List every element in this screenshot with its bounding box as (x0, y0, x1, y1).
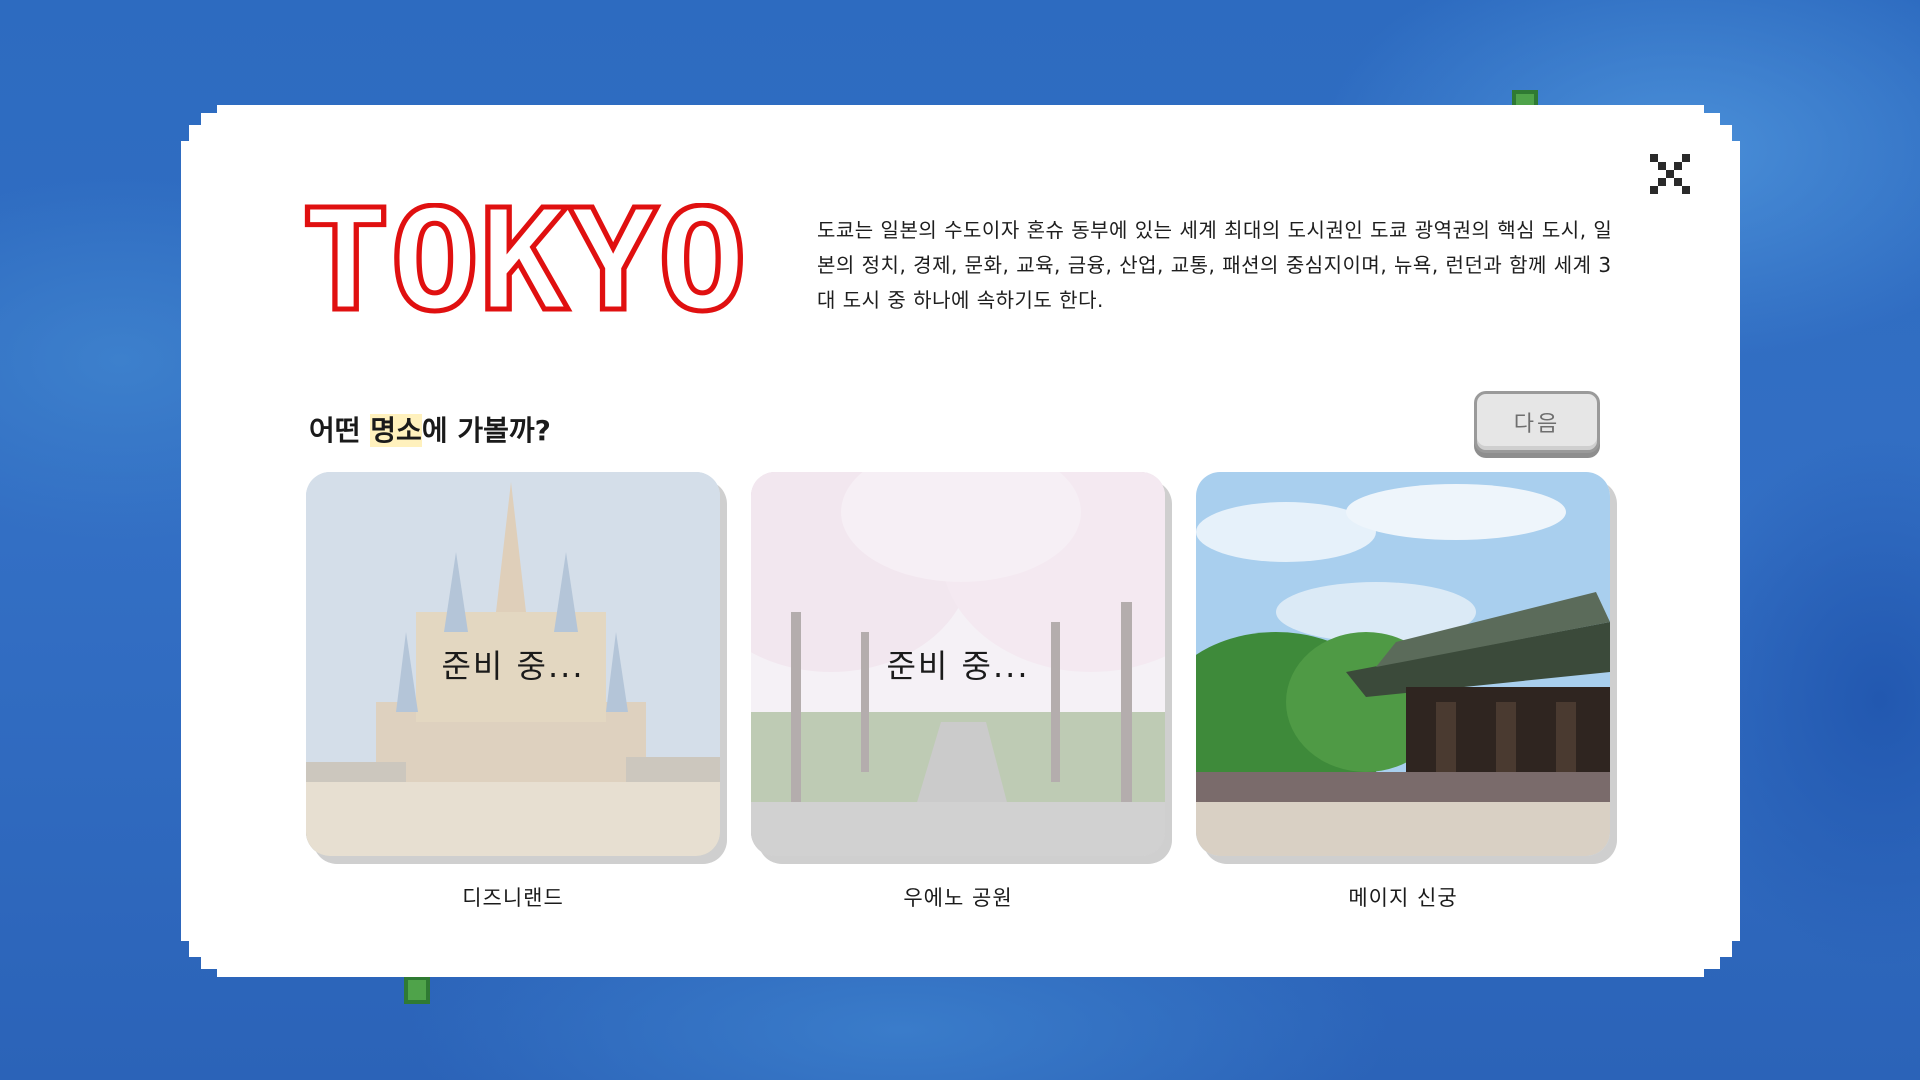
question-highlight: 명소 (370, 414, 422, 447)
place-photo (1196, 472, 1610, 856)
place-card-meiji-shrine[interactable]: 메이지 신궁 (1196, 472, 1616, 856)
shrine-image (1196, 472, 1610, 856)
place-label: 우에노 공원 (903, 886, 1013, 910)
question-text-end: 에 가볼까? (421, 414, 551, 447)
city-title: TOKYO (301, 203, 751, 323)
coming-soon-text: 준비 중... (441, 647, 585, 685)
place-card-ueno-park[interactable]: 준비 중... 우에노 공원 (751, 472, 1171, 856)
island-marker (404, 976, 430, 1004)
place-cards: 준비 중... 디즈니랜드 준비 중... 우에노 공원 메이지 신궁 (306, 472, 1646, 922)
city-info-modal: TOKYO 도쿄는 일본의 수도이자 혼슈 동부에 있는 세계 최대의 도시권인… (181, 105, 1740, 977)
place-photo: 준비 중... (306, 472, 720, 856)
place-photo: 준비 중... (751, 472, 1165, 856)
close-icon (1650, 154, 1690, 194)
city-description: 도쿄는 일본의 수도이자 혼슈 동부에 있는 세계 최대의 도시권인 도쿄 광역… (817, 218, 1613, 312)
coming-soon-overlay: 준비 중... (751, 472, 1165, 856)
close-button[interactable] (1643, 147, 1697, 201)
place-label: 메이지 신궁 (1348, 886, 1458, 910)
place-card-disneyland[interactable]: 준비 중... 디즈니랜드 (306, 472, 726, 856)
question-text: 어떤 (309, 414, 371, 447)
place-label: 디즈니랜드 (462, 886, 564, 910)
question-heading: 어떤 명소에 가볼까? (309, 409, 551, 449)
coming-soon-text: 준비 중... (886, 647, 1030, 685)
city-title-text: TOKYO (301, 203, 747, 323)
coming-soon-overlay: 준비 중... (306, 472, 720, 856)
next-button[interactable]: 다음 (1474, 391, 1600, 453)
